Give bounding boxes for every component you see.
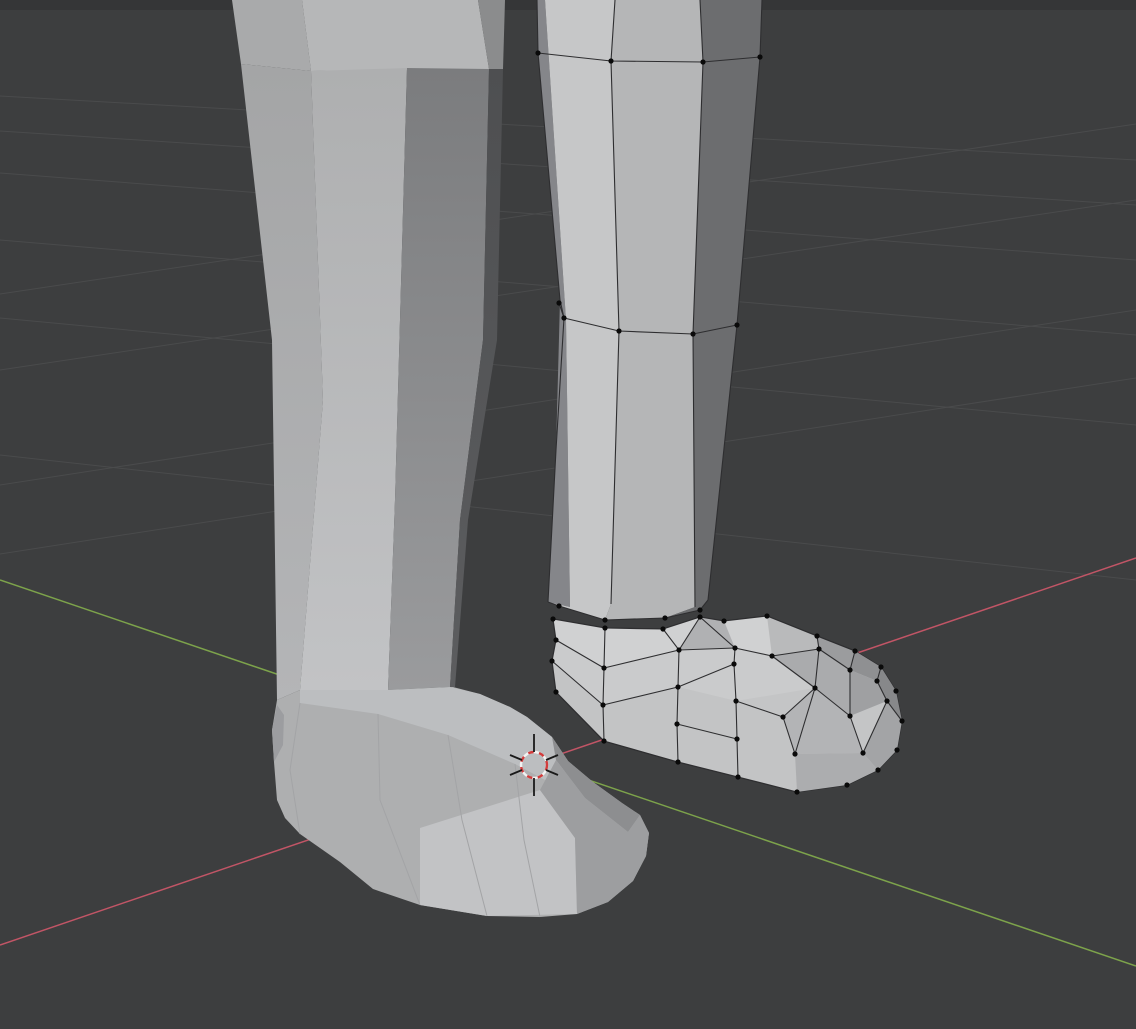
vertex-dot[interactable] [733,698,738,703]
vertex-dot[interactable] [794,789,799,794]
vertex-dot[interactable] [875,767,880,772]
vertex-dot[interactable] [556,300,561,305]
vertex-dot[interactable] [608,58,613,63]
vertex-dot[interactable] [553,637,558,642]
vertex-dot[interactable] [600,702,605,707]
vertex-dot[interactable] [674,721,679,726]
vertex-dot[interactable] [735,774,740,779]
vertex-dot[interactable] [550,616,555,621]
vertex-dot[interactable] [616,328,621,333]
vertex-dot[interactable] [878,664,883,669]
vertex-dot[interactable] [734,736,739,741]
vertex-dot[interactable] [675,684,680,689]
vertex-dot[interactable] [792,751,797,756]
vertex-dot[interactable] [731,661,736,666]
vertex-dot[interactable] [697,614,702,619]
vertex-dot[interactable] [535,50,540,55]
vertex-dot[interactable] [675,759,680,764]
vertex-dot[interactable] [556,603,561,608]
vertex-dot[interactable] [690,331,695,336]
vertex-dot[interactable] [601,665,606,670]
vertex-dot[interactable] [812,685,817,690]
vertex-dot[interactable] [894,747,899,752]
vertex-dot[interactable] [769,653,774,658]
vertex-dot[interactable] [814,633,819,638]
vertex-dot[interactable] [732,645,737,650]
mesh-face[interactable] [232,0,311,71]
vertex-dot[interactable] [601,738,606,743]
vertex-dot[interactable] [734,322,739,327]
mesh-face[interactable] [302,0,489,71]
vertex-dot[interactable] [816,646,821,651]
vertex-dot[interactable] [844,782,849,787]
vertex-dot[interactable] [899,718,904,723]
vertex-dot[interactable] [561,315,566,320]
vertex-dot[interactable] [697,607,702,612]
blender-3d-viewport[interactable] [0,0,1136,1029]
vertex-dot[interactable] [764,613,769,618]
vertex-dot[interactable] [893,688,898,693]
vertex-dot[interactable] [884,698,889,703]
vertex-dot[interactable] [676,647,681,652]
mesh-face[interactable] [605,0,703,620]
vertex-dot[interactable] [700,59,705,64]
vertex-dot[interactable] [780,714,785,719]
vertex-dot[interactable] [757,54,762,59]
vertex-dot[interactable] [602,625,607,630]
vertex-dot[interactable] [852,648,857,653]
viewport-canvas[interactable] [0,0,1136,1029]
vertex-dot[interactable] [860,750,865,755]
vertex-dot[interactable] [602,617,607,622]
vertex-dot[interactable] [553,689,558,694]
vertex-dot[interactable] [847,667,852,672]
vertex-dot[interactable] [660,626,665,631]
vertex-dot[interactable] [662,615,667,620]
vertex-dot[interactable] [549,658,554,663]
vertex-dot[interactable] [721,618,726,623]
vertex-dot[interactable] [847,713,852,718]
vertex-dot[interactable] [874,678,879,683]
